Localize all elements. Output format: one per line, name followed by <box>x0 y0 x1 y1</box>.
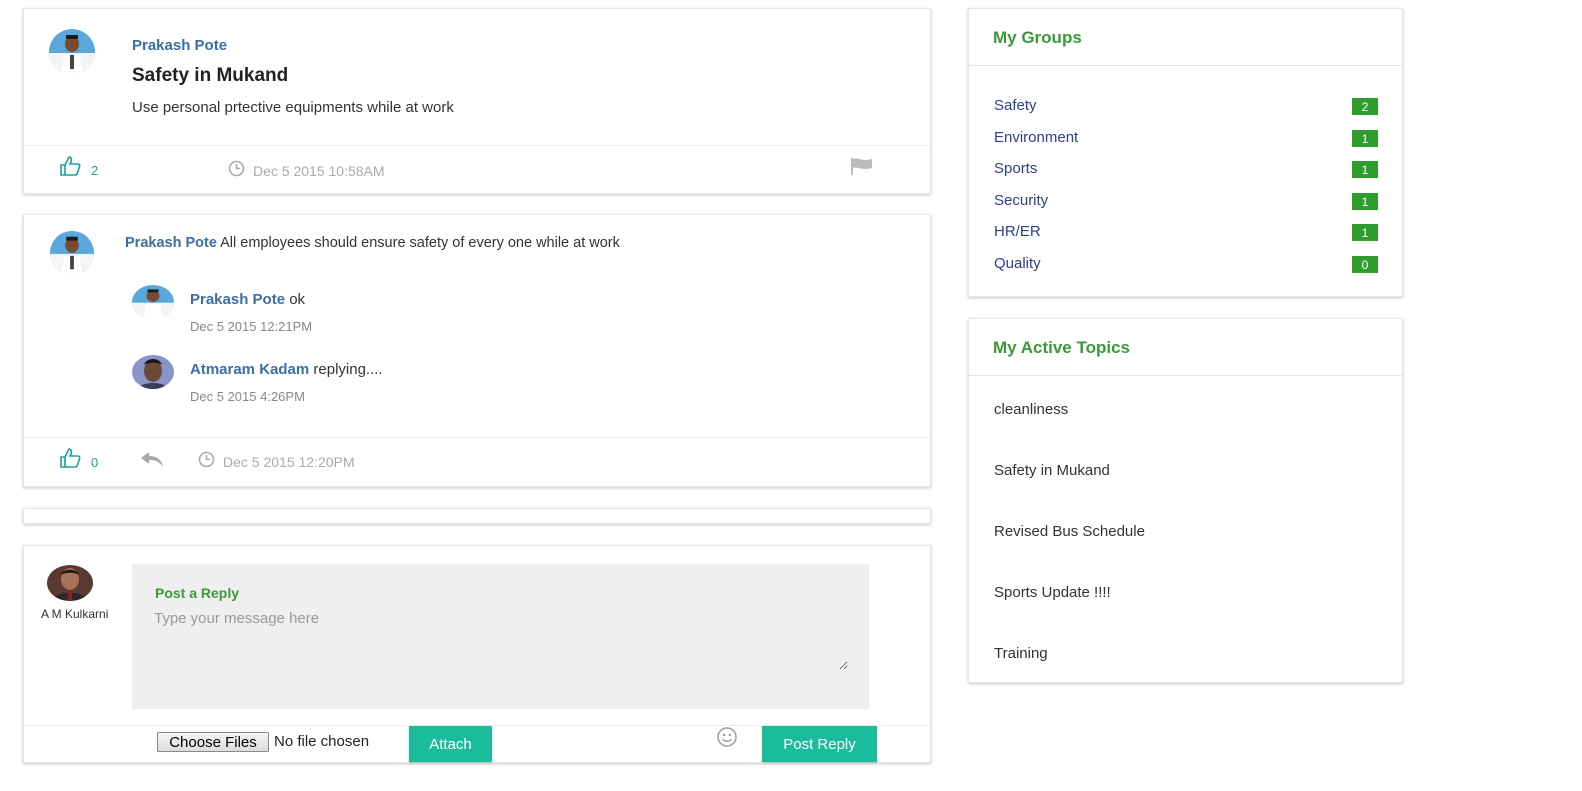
author-link[interactable]: Prakash Pote <box>132 37 227 54</box>
timestamp-text: Dec 5 2015 10:58AM <box>253 163 385 179</box>
clock-icon <box>198 451 215 471</box>
empty-card <box>23 508 931 524</box>
divider <box>969 65 1402 66</box>
group-count-badge: 1 <box>1352 161 1378 178</box>
reply-author-link[interactable]: Atmaram Kadam <box>190 361 309 378</box>
reply-date: Dec 5 2015 4:26PM <box>190 389 305 404</box>
attach-button[interactable]: Attach <box>409 726 492 762</box>
like-count: 2 <box>91 163 99 178</box>
thumbs-up-icon[interactable] <box>59 156 81 179</box>
reply-form-card: A M Kulkarni Post a Reply Choose Files N… <box>23 545 931 763</box>
reply-author-link[interactable]: Prakash Pote <box>190 291 285 308</box>
reply-line: Prakash Pote ok <box>190 291 305 308</box>
reply-text: replying.... <box>313 361 383 378</box>
group-name[interactable]: Environment <box>994 129 1078 146</box>
divider <box>969 375 1402 376</box>
thumbs-up-icon[interactable] <box>59 448 81 471</box>
reply-date: Dec 5 2015 12:21PM <box>190 319 313 334</box>
flag-icon[interactable] <box>850 157 874 180</box>
topic-link[interactable]: Revised Bus Schedule <box>994 523 1145 540</box>
post-timestamp: Dec 5 2015 10:58AM <box>228 160 385 180</box>
topic-link[interactable]: Sports Update !!!! <box>994 584 1111 601</box>
my-groups-panel: My Groups Safety 2 Environment 1 Sports … <box>968 8 1403 297</box>
groups-title: My Groups <box>993 28 1082 47</box>
comment-text: Prakash Pote All employees should ensure… <box>125 234 645 252</box>
post-body: Use personal prtective equipments while … <box>132 99 454 116</box>
group-count-badge: 1 <box>1352 193 1378 210</box>
topic-link[interactable]: cleanliness <box>994 401 1068 418</box>
timestamp-text: Dec 5 2015 12:20PM <box>223 454 355 470</box>
topic-link[interactable]: Training <box>994 645 1048 662</box>
reply-box: Post a Reply <box>132 564 869 709</box>
file-status-text: No file chosen <box>274 733 370 750</box>
divider <box>24 437 930 438</box>
group-name[interactable]: Safety <box>994 97 1037 114</box>
group-item[interactable]: Environment 1 <box>994 128 1378 148</box>
group-name[interactable]: Quality <box>994 255 1041 272</box>
group-count-badge: 1 <box>1352 130 1378 147</box>
group-name[interactable]: HR/ER <box>994 223 1041 240</box>
choose-files-button[interactable]: Choose Files <box>157 732 269 752</box>
clock-icon <box>228 160 245 180</box>
author-name[interactable]: Prakash Pote <box>132 37 227 55</box>
group-count-badge: 0 <box>1352 256 1378 273</box>
smiley-icon[interactable] <box>716 726 738 753</box>
group-name[interactable]: Sports <box>994 160 1037 177</box>
group-count-badge: 1 <box>1352 224 1378 241</box>
current-user-name: A M Kulkarni <box>41 607 109 621</box>
topic-link[interactable]: Safety in Mukand <box>994 462 1110 479</box>
reply-avatar[interactable] <box>132 285 174 319</box>
group-item[interactable]: Quality 0 <box>994 254 1378 274</box>
comment-card: Prakash Pote All employees should ensure… <box>23 214 931 487</box>
group-name[interactable]: Security <box>994 192 1048 209</box>
group-item[interactable]: HR/ER 1 <box>994 222 1378 242</box>
post-reply-button[interactable]: Post Reply <box>762 726 877 762</box>
post-reply-label: Post a Reply <box>155 585 240 601</box>
divider <box>24 145 930 146</box>
post-card: Prakash Pote Safety in Mukand Use person… <box>23 8 931 194</box>
reply-text: ok <box>289 291 306 308</box>
like-count: 0 <box>91 455 99 470</box>
message-textarea[interactable] <box>154 610 848 670</box>
comment-timestamp: Dec 5 2015 12:20PM <box>198 451 355 471</box>
like-button[interactable]: 2 <box>59 156 98 179</box>
group-item[interactable]: Safety 2 <box>994 96 1378 116</box>
active-topics-panel: My Active Topics cleanliness Safety in M… <box>968 318 1403 683</box>
current-user-avatar <box>47 565 93 601</box>
post-title: Safety in Mukand <box>132 65 289 86</box>
reply-line: Atmaram Kadam replying.... <box>190 361 383 378</box>
like-button[interactable]: 0 <box>59 448 98 471</box>
group-item[interactable]: Security 1 <box>994 191 1378 211</box>
reply-arrow-icon[interactable] <box>140 451 164 474</box>
commenter-link[interactable]: Prakash Pote <box>125 235 217 251</box>
topics-title: My Active Topics <box>993 338 1130 357</box>
reply-avatar[interactable] <box>132 355 174 389</box>
commenter-avatar[interactable] <box>50 231 94 275</box>
comment-body: All employees should ensure safety of ev… <box>220 235 620 251</box>
group-count-badge: 2 <box>1352 98 1378 115</box>
group-item[interactable]: Sports 1 <box>994 159 1378 179</box>
author-avatar[interactable] <box>49 29 95 75</box>
